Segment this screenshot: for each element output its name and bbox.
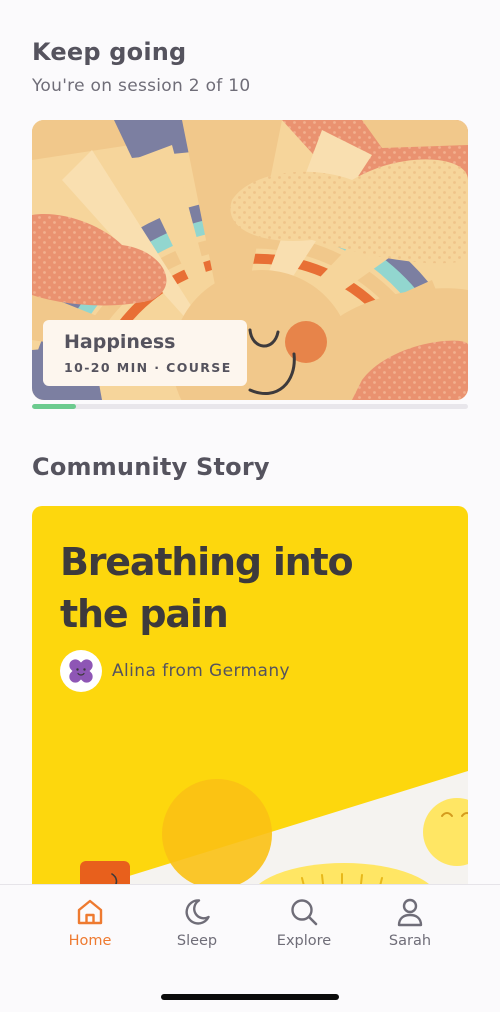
tab-home-label: Home (68, 933, 112, 949)
tab-bar: Home Sleep Explore Sarah (0, 884, 500, 1012)
tab-sleep[interactable]: Sleep (147, 897, 247, 961)
community-story-card[interactable]: Breathing into the pain Alina from Germa… (32, 506, 468, 884)
app-screen: Keep going You're on session 2 of 10 Hap… (0, 0, 500, 1012)
story-author: Alina from Germany (112, 661, 290, 681)
author-avatar (60, 650, 102, 692)
home-feed[interactable]: Keep going You're on session 2 of 10 Hap… (0, 0, 500, 884)
course-info-label: Happiness 10-20 MIN · COURSE (43, 320, 247, 386)
tab-profile[interactable]: Sarah (360, 897, 460, 961)
tab-explore-label: Explore (276, 933, 332, 949)
home-indicator[interactable] (161, 994, 339, 1000)
happiness-course-card[interactable]: Happiness 10-20 MIN · COURSE (32, 120, 468, 400)
home-icon (77, 899, 103, 925)
search-icon (291, 899, 318, 926)
tab-sleep-label: Sleep (176, 933, 218, 949)
session-progress-text: You're on session 2 of 10 (32, 76, 251, 96)
tab-profile-label: Sarah (388, 933, 432, 949)
keep-going-title: Keep going (32, 38, 187, 66)
story-headline: Breathing into the pain (60, 540, 354, 636)
bandage-icon (69, 659, 93, 683)
community-story-title: Community Story (32, 453, 270, 481)
tab-home[interactable]: Home (40, 897, 140, 961)
course-progress-fill (32, 404, 76, 409)
course-meta: 10-20 MIN · COURSE (64, 360, 232, 375)
moon-icon (185, 899, 210, 925)
profile-icon (397, 898, 423, 927)
tab-explore[interactable]: Explore (254, 897, 354, 961)
course-title: Happiness (64, 331, 176, 353)
course-progress-bar (32, 404, 468, 409)
